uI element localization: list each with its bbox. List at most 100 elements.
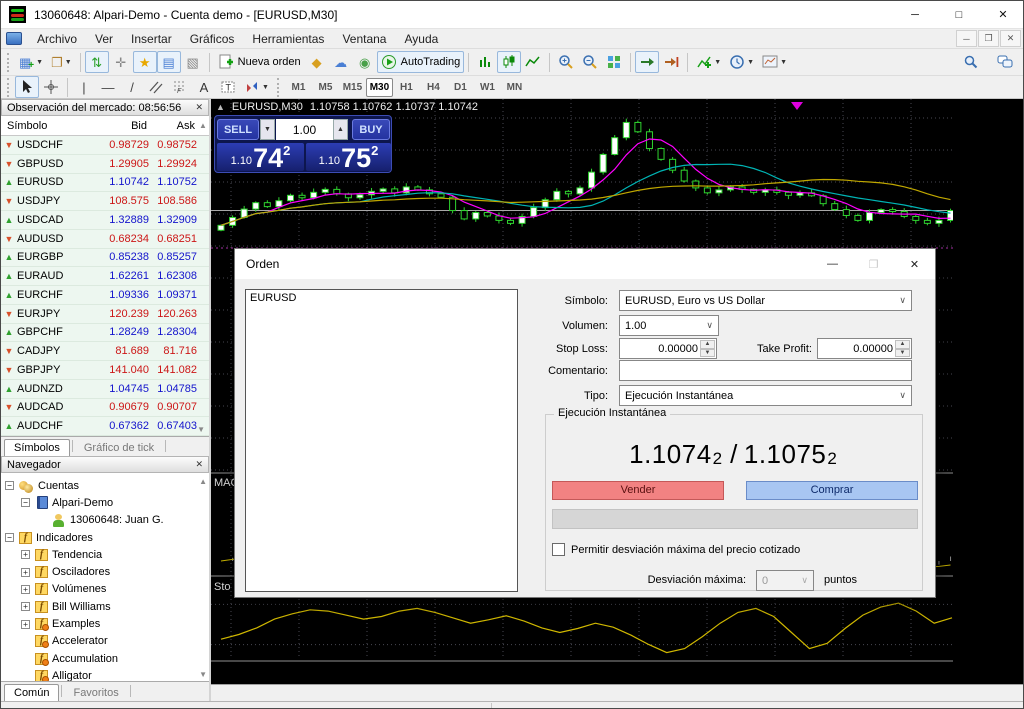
maximize-button[interactable]: □ bbox=[937, 1, 981, 29]
tree-item-accumulation[interactable]: −fAccumulation bbox=[21, 650, 209, 667]
volume-input[interactable]: 1.00 bbox=[276, 119, 333, 140]
tree-item-13060648-juan-g-[interactable]: −13060648: Juan G. bbox=[37, 512, 209, 529]
stop-loss-spinner[interactable]: ▲▼ bbox=[700, 340, 715, 357]
data-window-icon[interactable]: ✛ bbox=[109, 51, 133, 73]
tree-item-volumenes[interactable]: +fVolúmenes bbox=[21, 581, 209, 598]
trendline-icon[interactable]: / bbox=[120, 76, 144, 98]
autotrading-button[interactable]: AutoTrading bbox=[377, 51, 465, 73]
expand-plus-icon[interactable]: + bbox=[21, 585, 30, 594]
profiles-icon[interactable]: ❐▼ bbox=[47, 51, 76, 73]
periods-icon[interactable]: ▼ bbox=[725, 51, 758, 73]
collapse-minus-icon[interactable]: − bbox=[21, 498, 30, 507]
column-symbol[interactable]: Símbolo bbox=[1, 120, 91, 132]
tile-windows-icon[interactable] bbox=[602, 51, 626, 73]
mdi-restore-icon[interactable]: ❐ bbox=[978, 30, 999, 47]
expand-plus-icon[interactable]: + bbox=[21, 602, 30, 611]
community-icon[interactable]: ☁ bbox=[329, 51, 353, 73]
take-profit-spinner[interactable]: ▲▼ bbox=[895, 340, 910, 357]
tab-grafico-de-tick[interactable]: Gráfico de tick bbox=[75, 439, 163, 456]
market-watch-row-euraud[interactable]: ▲EURAUD1.622611.62308 bbox=[1, 267, 209, 286]
mdi-child-icon[interactable] bbox=[6, 32, 22, 45]
chart-bars-icon[interactable] bbox=[473, 51, 497, 73]
comment-input[interactable] bbox=[619, 360, 912, 381]
market-watch-row-audchf[interactable]: ▲AUDCHF0.673620.67403 bbox=[1, 417, 209, 436]
market-watch-row-audcad[interactable]: ▼AUDCAD0.906790.90707 bbox=[1, 399, 209, 418]
market-watch-row-audusd[interactable]: ▼AUDUSD0.682340.68251 bbox=[1, 230, 209, 249]
tree-item-tendencia[interactable]: +fTendencia bbox=[21, 546, 209, 563]
mdi-close-icon[interactable]: ✕ bbox=[1000, 30, 1021, 47]
market-watch-row-eurchf[interactable]: ▲EURCHF1.093361.09371 bbox=[1, 286, 209, 305]
dialog-minimize-icon[interactable]: — bbox=[812, 249, 853, 279]
tab-simbolos[interactable]: Símbolos bbox=[4, 439, 70, 456]
fibonacci-icon[interactable]: F bbox=[168, 76, 192, 98]
market-watch-row-usdjpy[interactable]: ▼USDJPY108.575108.586 bbox=[1, 192, 209, 211]
nav-scroll-up-icon[interactable]: ▲ bbox=[199, 477, 207, 486]
timeframe-m5[interactable]: M5 bbox=[312, 78, 339, 97]
menu-item-insertar[interactable]: Insertar bbox=[122, 29, 181, 49]
chart-line-icon[interactable] bbox=[521, 51, 545, 73]
column-bid[interactable]: Bid bbox=[91, 120, 147, 132]
tree-item-cuentas[interactable]: −Cuentas bbox=[5, 477, 209, 494]
market-watch-row-gbpjpy[interactable]: ▼GBPJPY141.040141.082 bbox=[1, 361, 209, 380]
crosshair-icon[interactable] bbox=[39, 76, 63, 98]
volume-select[interactable]: 1.00∨ bbox=[619, 315, 719, 336]
zoom-in-icon[interactable] bbox=[554, 51, 578, 73]
timeframe-h1[interactable]: H1 bbox=[393, 78, 420, 97]
column-ask[interactable]: Ask bbox=[147, 120, 195, 132]
timeframe-d1[interactable]: D1 bbox=[447, 78, 474, 97]
take-profit-input[interactable]: 0.00000 ▲▼ bbox=[817, 338, 912, 359]
deviation-checkbox[interactable] bbox=[552, 543, 565, 556]
mdi-minimize-icon[interactable]: ─ bbox=[956, 30, 977, 47]
signals-icon[interactable]: ◉ bbox=[353, 51, 377, 73]
chat-icon[interactable] bbox=[993, 51, 1017, 73]
sell-price-panel[interactable]: 1.10 74 2 bbox=[217, 143, 304, 171]
zoom-out-icon[interactable] bbox=[578, 51, 602, 73]
sell-button[interactable]: SELL bbox=[217, 119, 259, 140]
auto-scroll-icon[interactable] bbox=[635, 51, 659, 73]
tree-item-osciladores[interactable]: +fOsciladores bbox=[21, 563, 209, 580]
tab-favoritos[interactable]: Favoritos bbox=[64, 684, 127, 701]
terminal-icon[interactable]: ▤ bbox=[157, 51, 181, 73]
expand-plus-icon[interactable]: + bbox=[21, 620, 30, 629]
dialog-close-icon[interactable]: ✕ bbox=[894, 249, 935, 279]
symbol-select[interactable]: EURUSD, Euro vs US Dollar∨ bbox=[619, 290, 912, 311]
market-watch-row-gbpchf[interactable]: ▲GBPCHF1.282491.28304 bbox=[1, 324, 209, 343]
tree-item-accelerator[interactable]: −fAccelerator bbox=[21, 633, 209, 650]
type-select[interactable]: Ejecución Instantánea∨ bbox=[619, 385, 912, 406]
text-label-icon[interactable]: T bbox=[216, 76, 240, 98]
tree-item-examples[interactable]: +fExamples bbox=[21, 615, 209, 632]
market-watch-close-icon[interactable]: ✕ bbox=[195, 102, 203, 113]
market-watch-row-eurjpy[interactable]: ▼EURJPY120.239120.263 bbox=[1, 305, 209, 324]
buy-button[interactable]: BUY bbox=[352, 119, 390, 140]
expand-plus-icon[interactable]: + bbox=[21, 568, 30, 577]
time-axis[interactable] bbox=[211, 665, 953, 684]
scroll-down-icon[interactable]: ▼ bbox=[197, 425, 205, 434]
volume-down-icon[interactable]: ▼ bbox=[260, 119, 275, 140]
market-watch-row-audnzd[interactable]: ▲AUDNZD1.047451.04785 bbox=[1, 380, 209, 399]
market-watch-row-cadjpy[interactable]: ▼CADJPY81.68981.716 bbox=[1, 342, 209, 361]
menu-item-archivo[interactable]: Archivo bbox=[28, 29, 86, 49]
strategy-tester-icon[interactable]: ▧ bbox=[181, 51, 205, 73]
menu-item-ventana[interactable]: Ventana bbox=[333, 29, 395, 49]
buy-order-button[interactable]: Comprar bbox=[746, 481, 918, 500]
collapse-minus-icon[interactable]: − bbox=[5, 481, 14, 490]
templates-icon[interactable]: ▼ bbox=[758, 51, 791, 73]
equidistant-channel-icon[interactable] bbox=[144, 76, 168, 98]
text-icon[interactable]: A bbox=[192, 76, 216, 98]
menu-item-graficos[interactable]: Gráficos bbox=[181, 29, 244, 49]
indicators-icon[interactable]: ▼ bbox=[692, 51, 725, 73]
timeframe-m30[interactable]: M30 bbox=[366, 78, 393, 97]
menu-item-herramientas[interactable]: Herramientas bbox=[243, 29, 333, 49]
tree-item-alligator[interactable]: −fAlligator bbox=[21, 667, 209, 681]
tree-item-alpari-demo[interactable]: −Alpari-Demo bbox=[21, 494, 209, 511]
cursor-icon[interactable] bbox=[15, 76, 39, 98]
menu-item-ver[interactable]: Ver bbox=[86, 29, 122, 49]
tree-item-indicadores[interactable]: −fIndicadores bbox=[5, 529, 209, 546]
price-scale[interactable] bbox=[953, 99, 1024, 663]
navigator-icon[interactable]: ★ bbox=[133, 51, 157, 73]
market-watch-icon[interactable]: ⇅ bbox=[85, 51, 109, 73]
buy-price-panel[interactable]: 1.10 75 2 bbox=[306, 143, 391, 171]
navigator-close-icon[interactable]: ✕ bbox=[195, 459, 203, 470]
market-watch-row-eurusd[interactable]: ▲EURUSD1.107421.10752 bbox=[1, 174, 209, 193]
nav-scroll-down-icon[interactable]: ▼ bbox=[199, 670, 207, 679]
